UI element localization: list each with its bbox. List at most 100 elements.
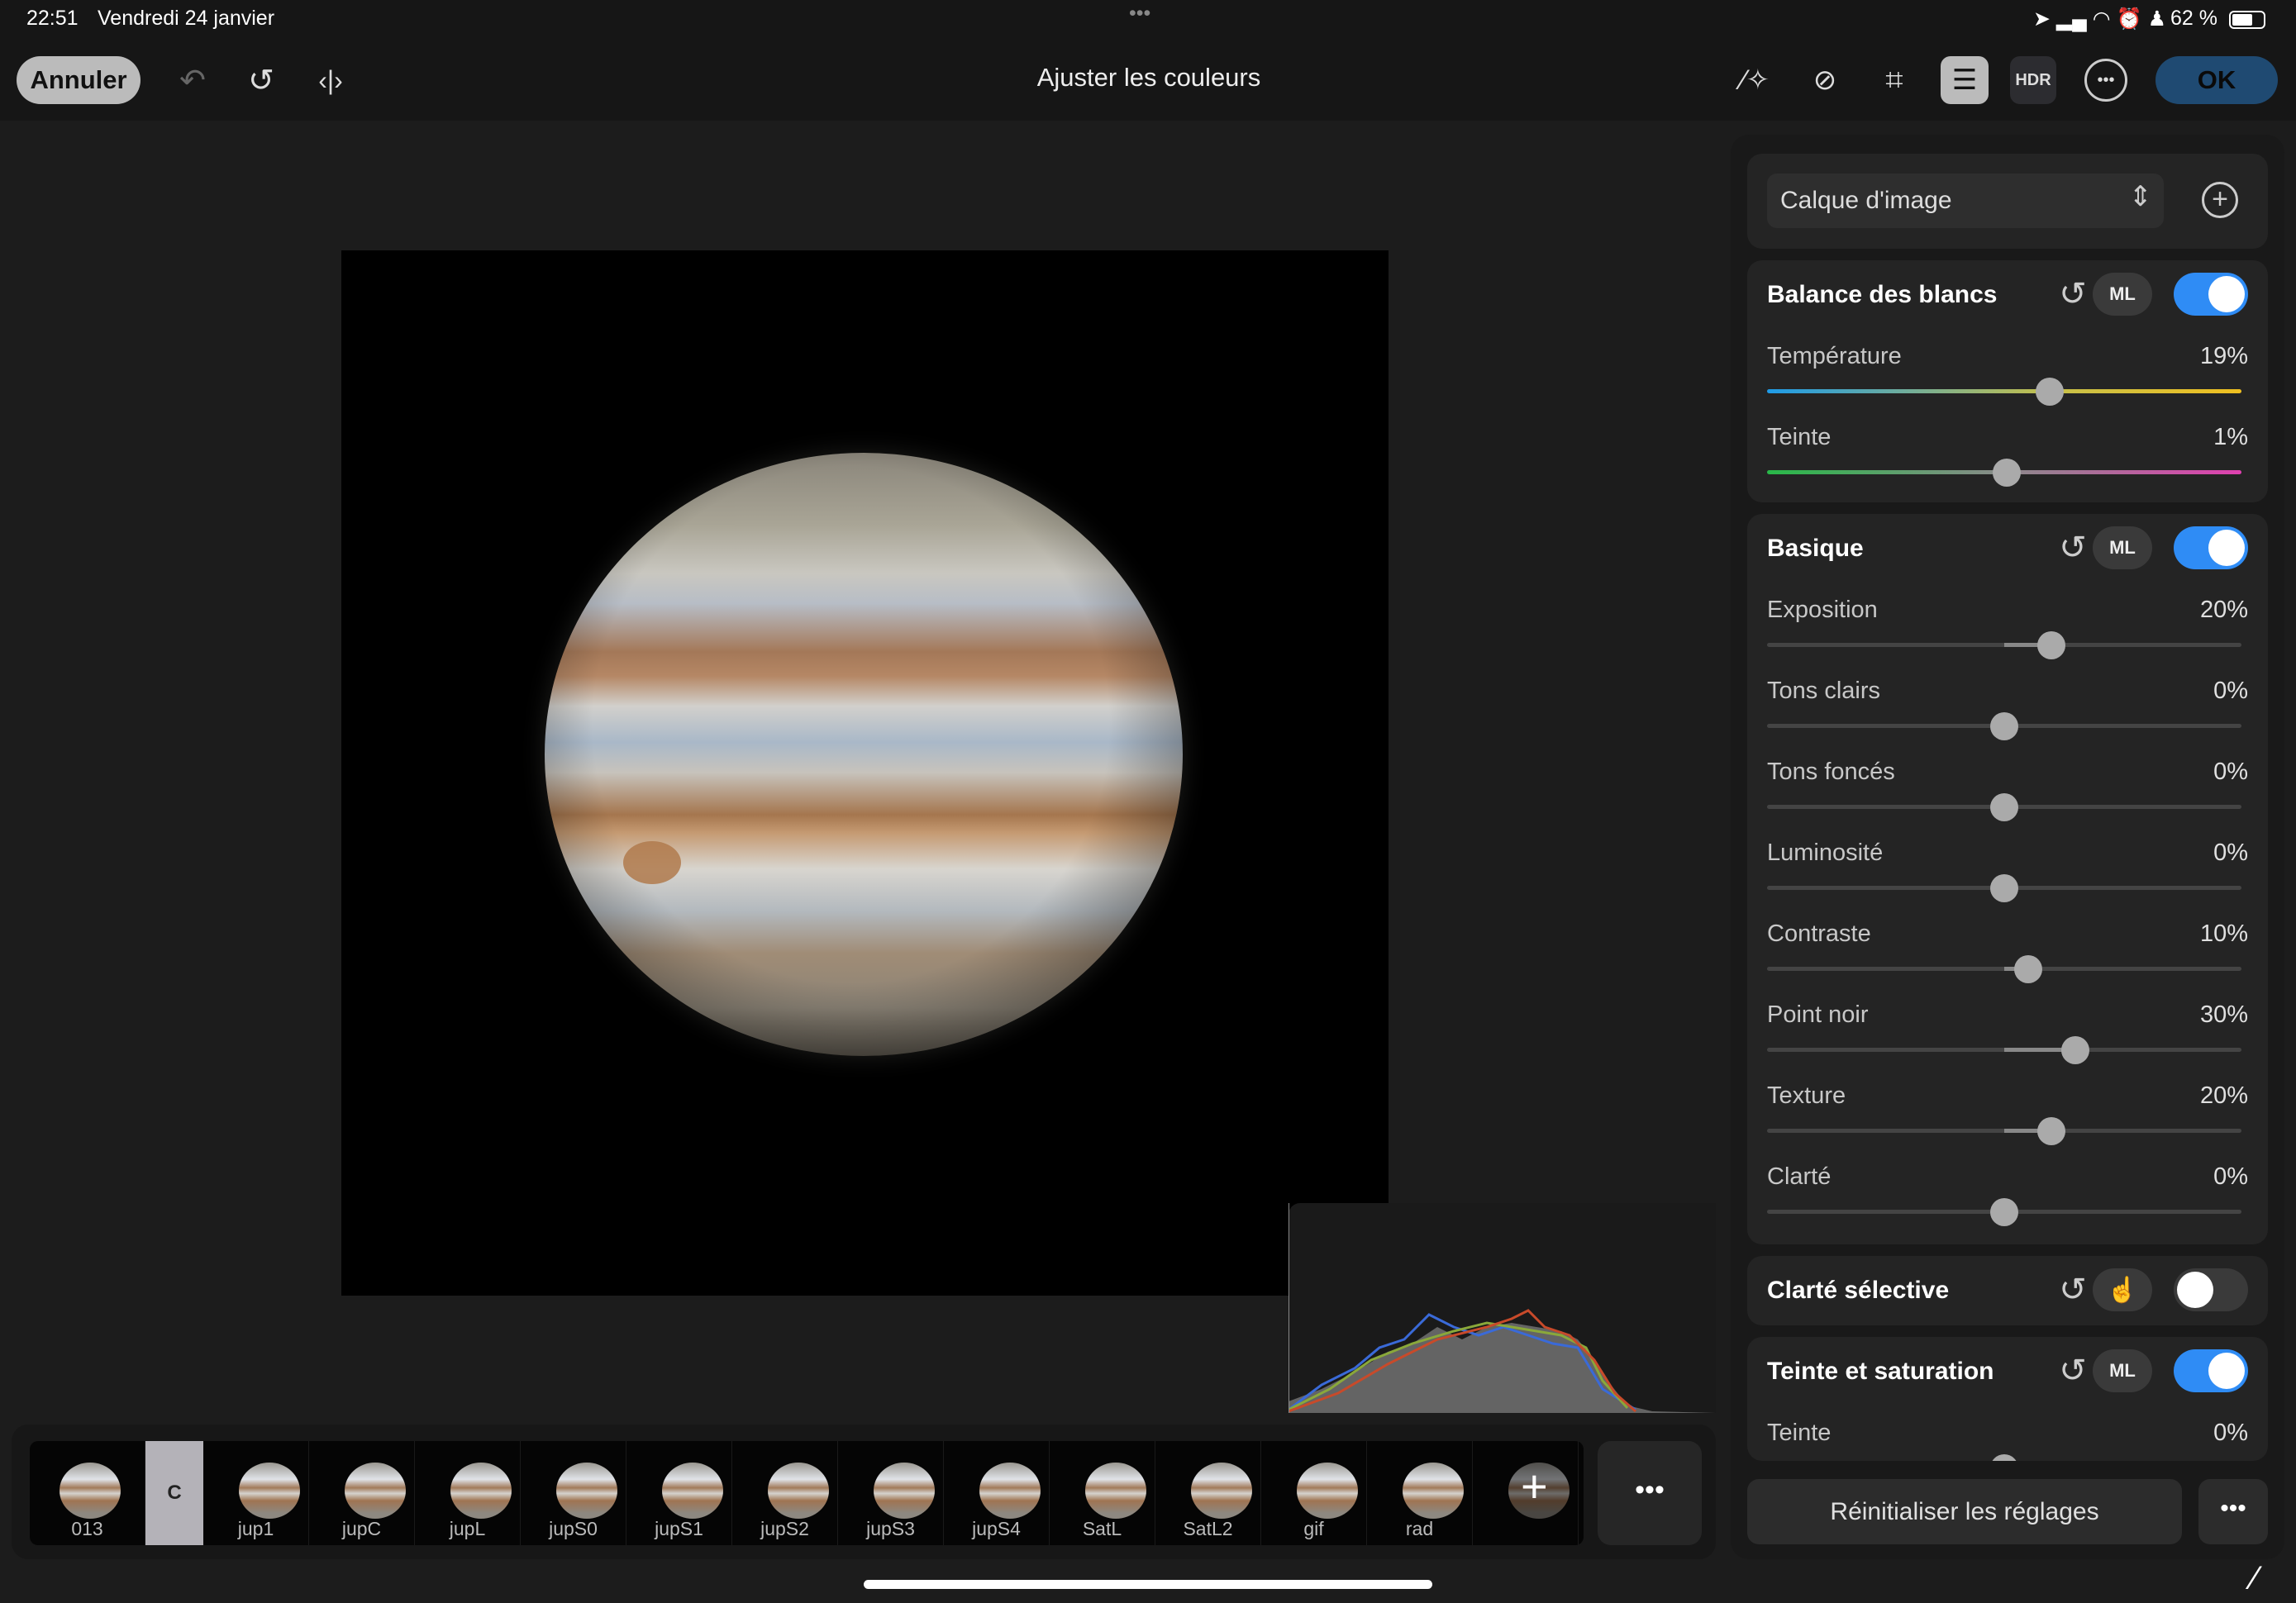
- add-thumbnail-button[interactable]: +: [1473, 1441, 1579, 1545]
- thumbnail-image: [1403, 1463, 1464, 1519]
- slider-thumb[interactable]: [1990, 1454, 2018, 1461]
- reset-icon[interactable]: ↺: [2055, 1353, 2091, 1389]
- image-canvas[interactable]: [341, 250, 1389, 1296]
- reset-settings-button[interactable]: Réinitialiser les réglages: [1747, 1479, 2182, 1544]
- thumbnail-SatL[interactable]: SatL: [1050, 1441, 1155, 1545]
- thumbnail-SatL2[interactable]: SatL2: [1155, 1441, 1261, 1545]
- thumbnail-strip: 013 Cjup1 jupC jupL jupS0 jupS1 jupS2 jupS3 jupS…: [30, 1441, 1584, 1545]
- plus-icon: +: [1521, 1460, 1548, 1512]
- section-toggle[interactable]: [2174, 273, 2248, 316]
- slider-label: Température: [1767, 343, 1902, 369]
- thumbnail-jupL[interactable]: jupL: [415, 1441, 521, 1545]
- more-icon[interactable]: •••: [2084, 59, 2127, 102]
- cancel-button[interactable]: Annuler: [17, 56, 141, 104]
- thumbnail-jupS3[interactable]: jupS3: [838, 1441, 944, 1545]
- slider-track[interactable]: [1767, 793, 2241, 821]
- slider-track[interactable]: [1767, 631, 2241, 659]
- slider-thumb[interactable]: [2061, 1036, 2090, 1064]
- slider-thumb[interactable]: [2013, 955, 2042, 983]
- adjustments-panel: Calque d'image ⇕ + Balance des blancs ↺ M…: [1731, 135, 2284, 1559]
- thumbnail-image: [556, 1463, 617, 1519]
- thumbnail-jupS0[interactable]: jupS0: [521, 1441, 626, 1545]
- add-layer-icon[interactable]: +: [2202, 182, 2238, 218]
- slider-track[interactable]: [1767, 378, 2241, 406]
- hdr-button[interactable]: HDR: [2010, 56, 2056, 104]
- slider-value: 0%: [2213, 678, 2248, 704]
- thumbnail-jupS4[interactable]: jupS4: [944, 1441, 1050, 1545]
- thumbnail-label: jupS1: [655, 1518, 703, 1539]
- adjustments-icon[interactable]: ☰: [1941, 56, 1989, 104]
- compare-icon[interactable]: ‹|›: [306, 56, 355, 104]
- slider-label: Contraste: [1767, 920, 1871, 947]
- thumbnail-label: jup1: [237, 1518, 274, 1539]
- slider-track[interactable]: [1767, 874, 2241, 902]
- slider-thumb[interactable]: [1990, 1198, 2018, 1226]
- thumbnail-jup1[interactable]: jup1: [203, 1441, 309, 1545]
- filmstrip-more-button[interactable]: •••: [1598, 1441, 1702, 1545]
- thumbnail-image: [1085, 1463, 1146, 1519]
- slider-thumb[interactable]: [2037, 1117, 2066, 1145]
- magic-wand-ml-icon[interactable]: ⁄✧: [1732, 56, 1779, 104]
- top-bar: 22:51 Vendredi 24 janvier ••• ➤ ▂▄ ◠ ⏰ ♟…: [0, 0, 2296, 121]
- slider-track[interactable]: [1767, 1117, 2241, 1145]
- slider-track[interactable]: [1767, 459, 2241, 487]
- section-toggle[interactable]: [2174, 1268, 2248, 1311]
- ok-button[interactable]: OK: [2155, 56, 2278, 104]
- thumbnail-jupC[interactable]: jupC: [309, 1441, 415, 1545]
- slider-track[interactable]: [1767, 955, 2241, 983]
- slider-track[interactable]: [1767, 712, 2241, 740]
- ml-button[interactable]: ML: [2093, 1349, 2152, 1392]
- slider-value: 19%: [2199, 343, 2248, 369]
- slider-thumb[interactable]: [1990, 874, 2018, 902]
- thumbnail-jupS2[interactable]: jupS2: [732, 1441, 838, 1545]
- thumbnail-label: jupS3: [866, 1518, 915, 1539]
- slider-thumb[interactable]: [1990, 793, 2018, 821]
- slider-track[interactable]: [1767, 1198, 2241, 1226]
- slider-track[interactable]: [1767, 1036, 2241, 1064]
- thumbnail-label: jupS2: [760, 1518, 809, 1539]
- thumbnail-label: C: [167, 1482, 182, 1504]
- layer-select[interactable]: Calque d'image ⇕: [1767, 174, 2164, 228]
- multitask-dots-icon[interactable]: •••: [1129, 2, 1150, 26]
- section-title: Basique: [1767, 535, 1864, 562]
- section-toggle[interactable]: [2174, 1349, 2248, 1392]
- ml-button[interactable]: ML: [2093, 273, 2152, 316]
- slider-thumb[interactable]: [1990, 712, 2018, 740]
- slider-label: Tons foncés: [1767, 759, 1895, 785]
- thumbnail-image: [345, 1463, 406, 1519]
- revert-icon[interactable]: ↺: [238, 56, 284, 104]
- ml-button[interactable]: ML: [2093, 526, 2152, 569]
- thumbnail-C[interactable]: C: [145, 1441, 203, 1545]
- slider-thumb[interactable]: [1992, 459, 2021, 487]
- reset-icon[interactable]: ↺: [2055, 530, 2091, 566]
- thumbnail-jupS1[interactable]: jupS1: [626, 1441, 732, 1545]
- reset-icon[interactable]: ↺: [2055, 276, 2091, 312]
- status-icons: ➤ ▂▄ ◠ ⏰ ♟: [2033, 7, 2167, 31]
- pencil-icon: ⁄: [2252, 1560, 2258, 1596]
- thumbnail-gif[interactable]: gif: [1261, 1441, 1367, 1545]
- thumbnail-label: jupS0: [549, 1518, 598, 1539]
- slider-label: Teinte: [1767, 424, 1832, 450]
- thumbnail-image: [60, 1463, 121, 1519]
- crop-icon[interactable]: ⌗: [1871, 56, 1917, 104]
- reset-icon[interactable]: ↺: [2055, 1272, 2091, 1308]
- slider-value: 1%: [2213, 424, 2248, 450]
- undo-icon[interactable]: ↶: [169, 56, 216, 104]
- hand-touch-icon[interactable]: ☝: [2093, 1268, 2152, 1311]
- battery-level: 62 %: [2170, 7, 2217, 30]
- section-toggle[interactable]: [2174, 526, 2248, 569]
- slider-label: Point noir: [1767, 1001, 1869, 1028]
- thumbnail-rad[interactable]: rad: [1367, 1441, 1473, 1545]
- bandage-icon[interactable]: ⊘: [1802, 56, 1848, 104]
- thumbnail-label: SatL: [1082, 1518, 1122, 1539]
- thumbnail-013[interactable]: 013: [30, 1441, 145, 1545]
- slider-value: 0%: [2213, 1420, 2248, 1446]
- slider-thumb[interactable]: [2035, 378, 2064, 406]
- more-options-button[interactable]: •••: [2198, 1479, 2268, 1544]
- hue-saturation-section: Teinte et saturation ↺ ML Teinte 0%: [1747, 1337, 2268, 1461]
- layer-card: Calque d'image ⇕ +: [1747, 154, 2268, 249]
- thumbnail-image: [662, 1463, 723, 1519]
- slider-thumb[interactable]: [2037, 631, 2066, 659]
- section-title: Balance des blancs: [1767, 281, 1998, 308]
- thumbnail-label: 013: [71, 1518, 103, 1539]
